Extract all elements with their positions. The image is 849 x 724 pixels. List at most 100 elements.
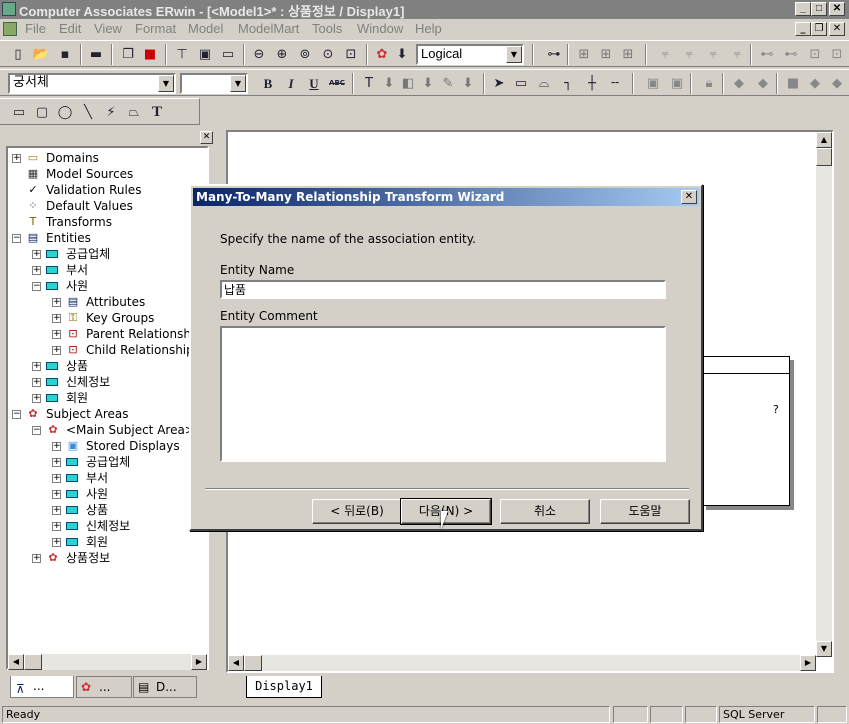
diagram-horizontal-scrollbar[interactable]: ◀ ▶ <box>228 655 816 671</box>
menu-file[interactable]: File <box>25 21 46 36</box>
distribute4-icon[interactable]: ⊡ <box>827 45 847 64</box>
zoom-icon[interactable]: ⊙ <box>318 45 338 64</box>
tree-item[interactable]: ✓ Validation Rules <box>8 182 207 198</box>
tree-item[interactable]: + 부서 <box>8 470 207 486</box>
expand-icon[interactable]: + <box>52 458 61 467</box>
save-icon[interactable]: ▪ <box>55 45 75 64</box>
scroll-right-icon[interactable]: ▶ <box>191 654 207 670</box>
zoom-fit-icon[interactable]: ⊚ <box>295 45 315 64</box>
scroll-down-icon[interactable]: ▼ <box>816 641 832 657</box>
line-tool-icon[interactable]: ╲ <box>78 103 98 122</box>
zoom-in-icon[interactable]: ⊕ <box>272 45 292 64</box>
mdi-doc-icon[interactable] <box>3 22 17 36</box>
scroll-left-icon[interactable]: ◀ <box>228 655 244 671</box>
collapse-icon[interactable]: − <box>32 282 41 291</box>
distribute3-icon[interactable]: ⊡ <box>805 45 825 64</box>
tree-item[interactable]: ▦ Model Sources <box>8 166 207 182</box>
copy-icon[interactable]: ❐ <box>118 45 138 64</box>
rectangle-tool-icon[interactable]: ▭ <box>9 103 29 122</box>
align-spread-icon[interactable]: ⫧ <box>727 45 747 64</box>
expand-icon[interactable]: + <box>52 474 61 483</box>
relationship-icon[interactable]: ⊶ <box>544 45 564 64</box>
identifying-rel-icon[interactable]: ┐ <box>558 74 578 93</box>
tree-item[interactable]: + 신체정보 <box>8 518 207 534</box>
tree-item[interactable]: − ✿ Subject Areas <box>8 406 207 422</box>
non-identifying-rel-icon[interactable]: ╌ <box>605 74 625 93</box>
tab-domains[interactable]: ▤ D... <box>133 676 197 698</box>
expand-icon[interactable]: + <box>52 298 61 307</box>
tab-subject-areas[interactable]: ✿ ... <box>76 676 132 698</box>
chevron-down-icon[interactable]: ▼ <box>158 75 174 92</box>
polyline-tool-icon[interactable]: ⚡︎ <box>101 103 121 122</box>
rounded-rect-tool-icon[interactable]: ▢ <box>32 103 52 122</box>
entity-name-field[interactable] <box>220 280 666 299</box>
menu-window[interactable]: Window <box>357 21 403 36</box>
hscroll-thumb[interactable] <box>244 655 262 671</box>
line-down-icon[interactable]: ⬇ <box>458 74 478 93</box>
note-icon[interactable]: ▭ <box>218 45 238 64</box>
expand-icon[interactable]: + <box>52 442 61 451</box>
expand-icon[interactable]: + <box>52 314 61 323</box>
font-select[interactable]: 궁서체 ▼ <box>8 73 176 94</box>
tree-item[interactable]: T Transforms <box>8 214 207 230</box>
pen-icon[interactable]: ✎ <box>438 74 458 93</box>
subject-area-icon[interactable]: ✿ <box>372 45 392 64</box>
mm-icon-3[interactable]: ◆ <box>729 74 749 93</box>
tree-item[interactable]: + 부서 <box>8 262 207 278</box>
many-to-many-icon[interactable]: ┼ <box>582 74 602 93</box>
tab-display1[interactable]: Display1 <box>246 676 322 698</box>
tree-item[interactable]: − ▤ Entities <box>8 230 207 246</box>
chevron-down-icon[interactable]: ▼ <box>230 75 246 92</box>
expand-icon[interactable]: + <box>52 346 61 355</box>
expand-icon[interactable]: + <box>12 154 21 163</box>
zoom-box-icon[interactable]: ⊡ <box>341 45 361 64</box>
tree-item[interactable]: + 상품 <box>8 358 207 374</box>
entity-box[interactable]: ? <box>702 356 790 506</box>
polygon-tool-icon[interactable]: ⏢ <box>124 103 144 122</box>
chevron-down-icon[interactable]: ▼ <box>506 46 522 63</box>
expand-icon[interactable]: + <box>52 538 61 547</box>
color-icon[interactable]: ■ <box>140 45 160 64</box>
mm-icon-6[interactable]: ◆ <box>827 74 847 93</box>
tree-item[interactable]: + 회원 <box>8 534 207 550</box>
menu-view[interactable]: View <box>94 21 122 36</box>
lock-icon[interactable]: 🔒︎ <box>699 74 719 93</box>
expand-icon[interactable]: + <box>32 554 41 563</box>
menu-format[interactable]: Format <box>135 21 176 36</box>
distribute2-icon[interactable]: ⊷ <box>781 45 801 64</box>
scroll-thumb[interactable] <box>24 654 42 670</box>
scroll-up-icon[interactable]: ▲ <box>816 132 832 148</box>
menu-edit[interactable]: Edit <box>59 21 81 36</box>
mm-icon-1[interactable]: ▣ <box>643 74 663 93</box>
tree-item[interactable]: + ⚿ Key Groups <box>8 310 207 326</box>
model-tree[interactable]: + ▭ Domains ▦ Model Sources ✓ Validation Rules… <box>6 146 209 670</box>
tree-item[interactable]: + 회원 <box>8 390 207 406</box>
menu-help[interactable]: Help <box>415 21 442 36</box>
display-icon[interactable]: ▣ <box>195 45 215 64</box>
expand-icon[interactable]: + <box>32 378 41 387</box>
expand-icon[interactable]: + <box>52 490 61 499</box>
text-tool-icon[interactable]: T <box>147 103 167 122</box>
menu-tools[interactable]: Tools <box>312 21 342 36</box>
expand-icon[interactable]: + <box>52 506 61 515</box>
font-color-icon[interactable]: T <box>359 74 379 93</box>
expand-icon[interactable]: + <box>32 266 41 275</box>
mdi-restore-button[interactable]: ❐ <box>811 22 827 36</box>
tree-item[interactable]: + ▭ Domains <box>8 150 207 166</box>
tree-item[interactable]: + ▤ Attributes <box>8 294 207 310</box>
print-icon[interactable]: ▬ <box>86 45 106 64</box>
menu-model[interactable]: Model <box>188 21 223 36</box>
tree-item[interactable]: + ✿ 상품정보 <box>8 550 207 566</box>
tree-item[interactable]: + 사원 <box>8 486 207 502</box>
close-button[interactable]: ✕ <box>829 2 845 16</box>
font-size-select[interactable]: ▼ <box>180 73 248 94</box>
distribute-icon[interactable]: ⊷ <box>757 45 777 64</box>
ellipse-tool-icon[interactable]: ◯ <box>55 103 75 122</box>
fill-icon[interactable]: ◧ <box>398 74 418 93</box>
maximize-button[interactable]: □ <box>811 2 827 16</box>
entity-tool-icon[interactable]: ▭ <box>511 74 531 93</box>
fill-color-icon[interactable]: ⬇ <box>379 74 399 93</box>
tree-item[interactable]: + 공급업체 <box>8 246 207 262</box>
down-arrow-icon[interactable]: ⬇ <box>392 45 412 64</box>
line-color-icon[interactable]: ⬇ <box>418 74 438 93</box>
